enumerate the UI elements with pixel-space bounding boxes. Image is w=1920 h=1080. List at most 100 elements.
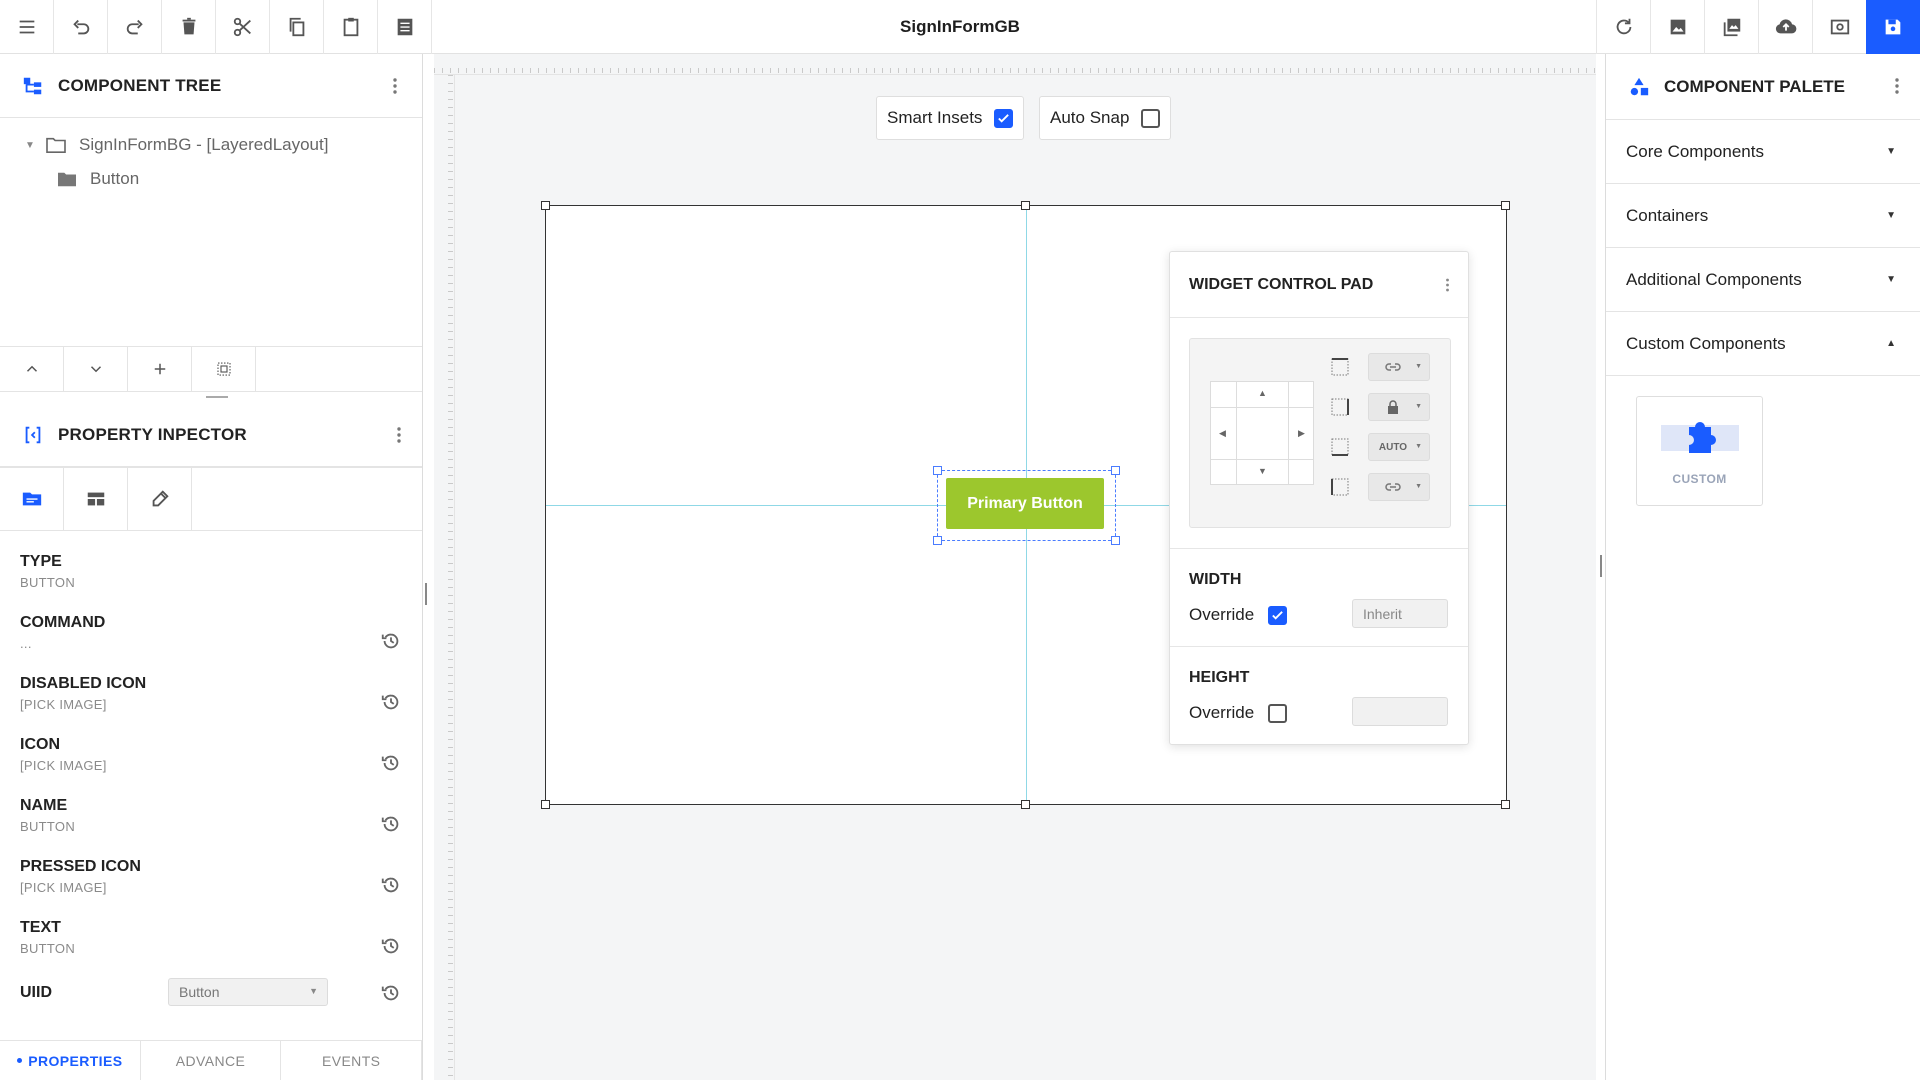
section-label: Additional Components <box>1626 269 1802 289</box>
auto-label: AUTO <box>1378 441 1408 453</box>
uiid-select[interactable]: Button ▼ <box>168 978 328 1006</box>
auto-snap-toggle[interactable]: Auto Snap <box>1039 96 1172 140</box>
width-value-input[interactable]: Inherit <box>1352 599 1448 628</box>
history-icon[interactable] <box>380 813 402 835</box>
tree-node-root-label: SignInFormBG - [LayeredLayout] <box>79 135 329 154</box>
tab-events[interactable]: EVENTS <box>281 1041 423 1080</box>
more-vert-icon[interactable] <box>1894 76 1900 96</box>
property-text: TEXT BUTTON <box>0 917 422 978</box>
redo-icon[interactable] <box>108 0 162 54</box>
arrow-right-icon[interactable]: ▶ <box>1298 428 1305 439</box>
history-icon[interactable] <box>380 752 402 774</box>
arrow-up-icon[interactable]: ▲ <box>1258 388 1267 398</box>
list-icon[interactable] <box>378 0 432 54</box>
history-icon[interactable] <box>380 874 402 896</box>
selection-handle[interactable] <box>1111 466 1120 475</box>
left-resize-handle[interactable] <box>425 583 427 605</box>
tab-advance[interactable]: ADVANCE <box>141 1041 282 1080</box>
resize-handle[interactable] <box>541 800 550 809</box>
property-value[interactable]: [PICK IMAGE] <box>20 758 422 773</box>
selection-handle[interactable] <box>1111 536 1120 545</box>
width-override-checkbox[interactable] <box>1268 605 1288 625</box>
move-up-button[interactable] <box>0 347 64 391</box>
inset-left-select[interactable]: ▼ <box>1368 473 1430 501</box>
selection-handle[interactable] <box>933 466 942 475</box>
section-containers[interactable]: Containers ▼ <box>1606 184 1920 248</box>
panel-resize-handle[interactable] <box>206 396 228 398</box>
arrow-down-icon[interactable]: ▼ <box>1258 466 1267 476</box>
paste-icon[interactable] <box>324 0 378 54</box>
more-vert-icon[interactable] <box>392 76 398 96</box>
tab-style[interactable] <box>128 468 192 530</box>
history-icon[interactable] <box>380 630 402 652</box>
smart-insets-toggle[interactable]: Smart Insets <box>876 96 1025 140</box>
right-resize-handle[interactable] <box>1600 555 1602 577</box>
inset-right-select[interactable]: ▼ <box>1368 393 1430 421</box>
move-down-button[interactable] <box>64 347 128 391</box>
more-vert-icon[interactable] <box>1445 276 1450 294</box>
select-icon <box>216 362 231 376</box>
caret-down-icon: ▼ <box>309 986 318 996</box>
resize-handle[interactable] <box>541 201 550 210</box>
width-section: WIDTH Override Inherit <box>1170 548 1468 648</box>
selection-handle[interactable] <box>933 536 942 545</box>
undo-icon[interactable] <box>54 0 108 54</box>
preview-icon[interactable] <box>1812 0 1866 54</box>
inset-bottom-select[interactable]: AUTO ▼ <box>1368 433 1430 461</box>
copy-icon[interactable] <box>270 0 324 54</box>
image-icon[interactable] <box>1650 0 1704 54</box>
tab-layout[interactable] <box>64 468 128 530</box>
resize-handle[interactable] <box>1021 201 1030 210</box>
inset-grid[interactable]: ▲ ▼ ◀ ▶ <box>1210 381 1314 485</box>
more-vert-icon[interactable] <box>396 425 402 445</box>
design-canvas[interactable]: Smart Insets Auto Snap Primary Button WI… <box>434 54 1596 1080</box>
tab-properties[interactable]: PROPERTIES <box>0 1041 141 1080</box>
resize-handle[interactable] <box>1021 800 1030 809</box>
property-key: DISABLED ICON <box>20 675 147 692</box>
inset-bottom-row: AUTO ▼ <box>1330 433 1440 461</box>
chevron-up-icon <box>26 365 37 372</box>
save-icon[interactable] <box>1866 0 1920 54</box>
inset-top-select[interactable]: ▼ <box>1368 353 1430 381</box>
resize-handle[interactable] <box>1501 800 1510 809</box>
chevron-down-icon[interactable]: ▼ <box>25 140 39 151</box>
gallery-icon[interactable] <box>1704 0 1758 54</box>
property-value[interactable]: [PICK IMAGE] <box>20 880 422 895</box>
cut-icon[interactable] <box>216 0 270 54</box>
component-tree-title: COMPONENT TREE <box>58 75 222 95</box>
caret-down-icon: ▼ <box>1415 363 1422 370</box>
arrow-left-icon[interactable]: ◀ <box>1219 428 1226 439</box>
property-value[interactable]: ... <box>20 636 422 651</box>
menu-icon[interactable] <box>0 0 54 54</box>
height-section: HEIGHT Override <box>1170 646 1468 744</box>
custom-component-tile[interactable]: CUSTOM <box>1636 396 1763 506</box>
delete-icon[interactable] <box>162 0 216 54</box>
history-icon[interactable] <box>380 935 402 957</box>
tree-node-root[interactable]: ▼ SignInFormBG - [LayeredLayout] <box>0 128 422 162</box>
tree-node-button[interactable]: Button <box>0 162 422 196</box>
smart-insets-checkbox[interactable] <box>994 108 1014 128</box>
caret-down-icon: ▼ <box>1886 146 1896 157</box>
primary-button[interactable]: Primary Button <box>946 478 1104 529</box>
section-custom-components[interactable]: Custom Components ▲ <box>1606 312 1920 376</box>
tab-basic[interactable] <box>0 468 64 530</box>
section-core-components[interactable]: Core Components ▼ <box>1606 120 1920 184</box>
widget-control-pad-title: WIDGET CONTROL PAD <box>1189 275 1374 293</box>
component-tree-header: COMPONENT TREE <box>0 54 422 118</box>
property-value[interactable]: BUTTON <box>20 941 422 956</box>
select-all-button[interactable] <box>192 347 256 391</box>
resize-handle[interactable] <box>1501 201 1510 210</box>
property-value[interactable]: [PICK IMAGE] <box>20 697 422 712</box>
layered-layout-artboard[interactable]: Primary Button WIDGET CONTROL PAD ▲ ▼ ◀ … <box>541 201 1510 809</box>
height-value-input[interactable] <box>1352 697 1448 726</box>
history-icon[interactable] <box>380 691 402 713</box>
property-name: NAME BUTTON <box>0 795 422 856</box>
property-value[interactable]: BUTTON <box>20 819 422 834</box>
section-additional-components[interactable]: Additional Components ▼ <box>1606 248 1920 312</box>
upload-icon[interactable] <box>1758 0 1812 54</box>
add-button[interactable] <box>128 347 192 391</box>
refresh-icon[interactable] <box>1596 0 1650 54</box>
height-override-checkbox[interactable] <box>1268 703 1288 723</box>
history-icon[interactable] <box>380 982 402 1004</box>
auto-snap-checkbox[interactable] <box>1141 108 1161 128</box>
